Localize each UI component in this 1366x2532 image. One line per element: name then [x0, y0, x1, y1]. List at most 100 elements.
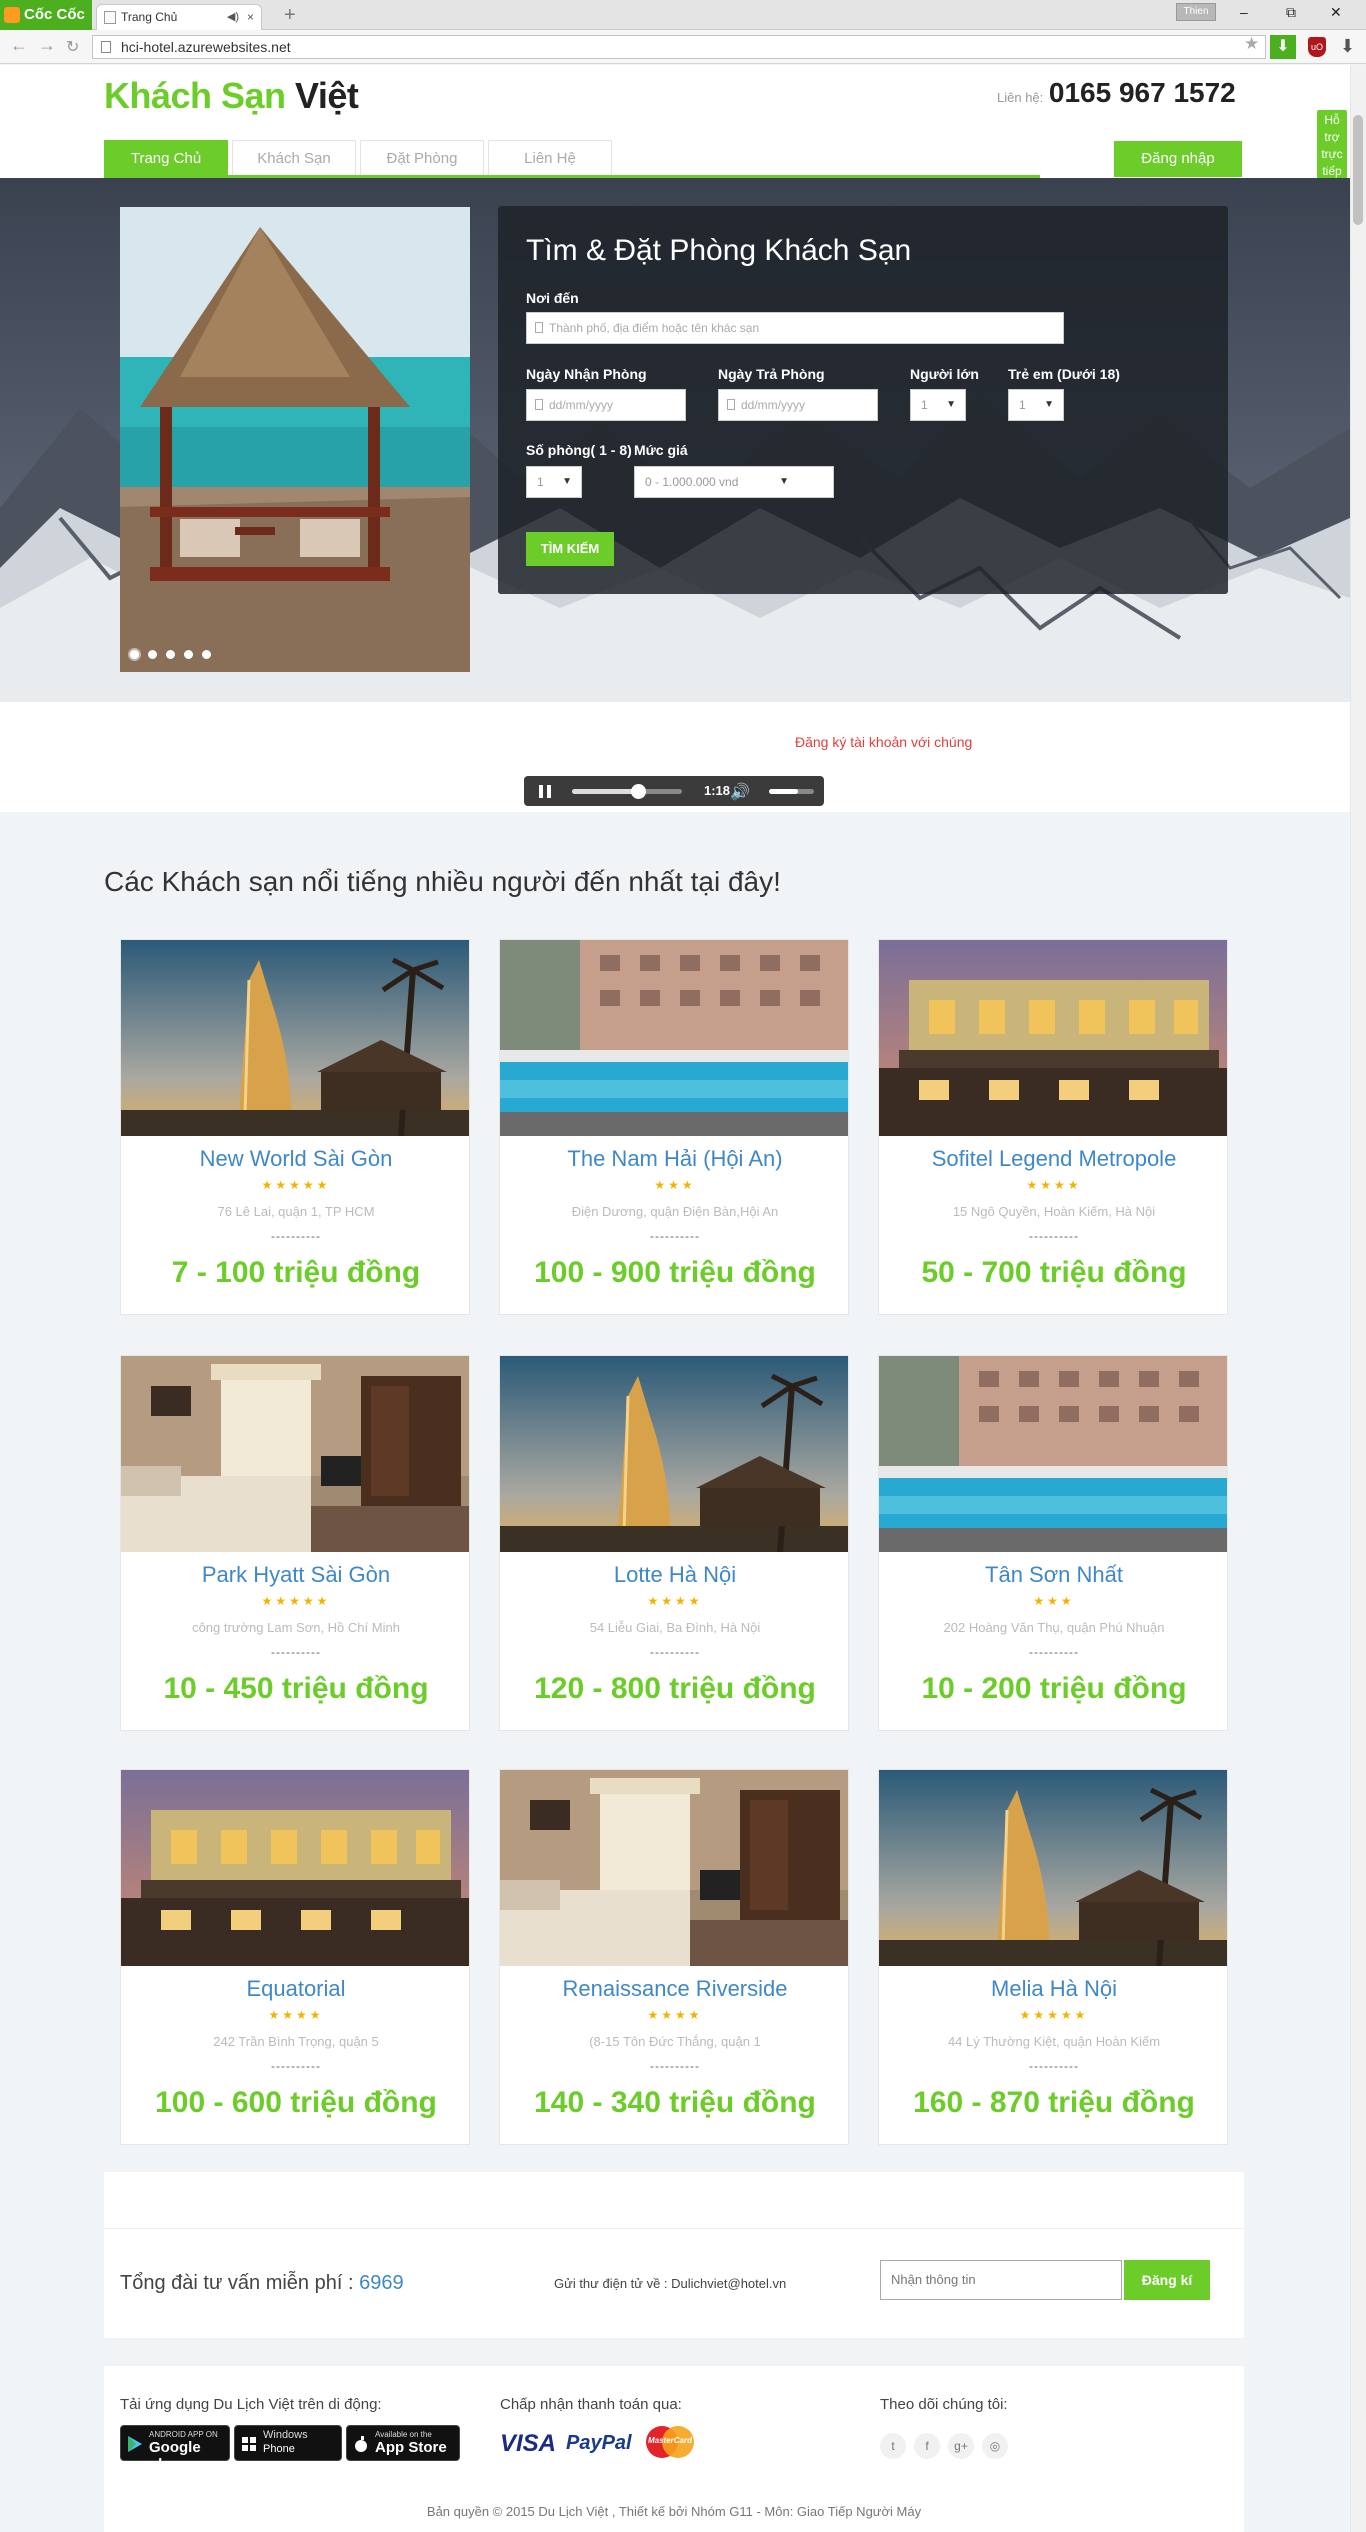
- reload-icon[interactable]: ↻: [66, 37, 79, 57]
- nav-item-hotels[interactable]: Khách Sạn: [232, 140, 356, 178]
- dribbble-icon[interactable]: ◎: [982, 2433, 1008, 2459]
- hotel-card[interactable]: Tân Sơn Nhất ★★★ 202 Hoàng Văn Thụ, quận P…: [878, 1355, 1228, 1731]
- hotel-name[interactable]: Melia Hà Nội: [879, 1976, 1227, 2002]
- hotel-image[interactable]: [500, 1356, 848, 1553]
- hotel-image[interactable]: [879, 940, 1227, 1136]
- hotel-name[interactable]: New World Sài Gòn: [121, 1146, 469, 1172]
- pause-icon[interactable]: [539, 785, 551, 798]
- volume-icon[interactable]: 🔊: [730, 782, 750, 802]
- page-scrollbar[interactable]: [1350, 65, 1366, 2532]
- slider-dot[interactable]: [148, 650, 157, 659]
- hotels-section-title: Các Khách sạn nổi tiếng nhiều người đến …: [104, 866, 781, 897]
- destination-placeholder: Thành phố, địa điểm hoặc tên khác sạn: [549, 321, 760, 335]
- slider-dot[interactable]: [130, 650, 139, 659]
- download-icon[interactable]: ⬇: [1270, 35, 1296, 59]
- beach-hut-image: [120, 207, 470, 672]
- slider-dot[interactable]: [184, 650, 193, 659]
- windows-phone-badge[interactable]: Windows Phone: [234, 2425, 342, 2461]
- volume-slider[interactable]: [769, 789, 814, 794]
- hotel-address: 54 Liễu Giai, Ba Đình, Hà Nội: [589, 1620, 761, 1635]
- app-store-badge[interactable]: Available on the App Store: [346, 2425, 460, 2461]
- checkout-date-input[interactable]: dd/mm/yyyy: [718, 389, 878, 421]
- restore-icon[interactable]: ⧉: [1286, 4, 1296, 21]
- store-caption: Windows: [263, 2429, 308, 2441]
- hotel-name[interactable]: Renaissance Riverside: [500, 1976, 848, 2002]
- windows-icon: [242, 2437, 256, 2451]
- hotel-name[interactable]: Equatorial: [121, 1976, 469, 2002]
- hotel-name[interactable]: The Nam Hải (Hội An): [500, 1146, 848, 1172]
- hotel-image[interactable]: [121, 1356, 469, 1552]
- hotel-name[interactable]: Lotte Hà Nội: [500, 1562, 848, 1588]
- adults-select[interactable]: 1 ▼: [910, 389, 966, 421]
- newsletter-email-input[interactable]: Nhận thông tin: [880, 2260, 1122, 2300]
- follow-heading: Theo dõi chúng tôi:: [880, 2396, 1008, 2413]
- browser-tab[interactable]: Trang Chủ ◀) ×: [96, 4, 262, 30]
- speaker-icon[interactable]: ◀): [227, 5, 239, 29]
- card-separator: ----------: [650, 1645, 700, 1659]
- hotel-image[interactable]: [879, 1356, 1227, 1552]
- nav-item-home[interactable]: Trang Chủ: [104, 140, 228, 178]
- slider-dot[interactable]: [166, 650, 175, 659]
- card-separator: ----------: [271, 2059, 321, 2073]
- window-close-icon[interactable]: ✕: [1330, 4, 1342, 21]
- hotel-name[interactable]: Sofitel Legend Metropole: [879, 1146, 1227, 1172]
- tab-close-icon[interactable]: ×: [247, 5, 254, 29]
- hotel-image[interactable]: [879, 1770, 1227, 1967]
- browser-menu-icon[interactable]: ⬇: [1340, 36, 1355, 57]
- hotel-card[interactable]: Melia Hà Nội ★★★★★ 44 Lý Thường Kiệt, quận…: [878, 1769, 1228, 2145]
- slider-dot[interactable]: [202, 650, 211, 659]
- facebook-icon[interactable]: f: [914, 2433, 940, 2459]
- apple-icon: [355, 2436, 367, 2452]
- mastercard-logo: MasterCard: [644, 2424, 696, 2460]
- hotel-price: 100 - 900 triệu đồng: [534, 1256, 816, 1289]
- hotel-card[interactable]: Lotte Hà Nội ★★★★ 54 Liễu Giai, Ba Đình, H…: [499, 1355, 849, 1731]
- card-separator: ----------: [271, 1645, 321, 1659]
- new-tab-button[interactable]: +: [284, 3, 296, 27]
- tab-title: Trang Chủ: [121, 10, 178, 24]
- register-link[interactable]: Đăng ký tài khoản với chúng: [795, 734, 972, 750]
- nav-item-contact[interactable]: Liên Hệ: [488, 140, 612, 178]
- seek-handle[interactable]: [631, 784, 646, 799]
- hotel-card[interactable]: New World Sài Gòn ★★★★★ 76 Lê Lai, quận 1,…: [120, 939, 470, 1315]
- rooms-select[interactable]: 1 ▼: [526, 466, 582, 498]
- hotel-name[interactable]: Park Hyatt Sài Gòn: [121, 1562, 469, 1588]
- address-bar[interactable]: hci-hotel.azurewebsites.net: [92, 35, 1266, 59]
- twitter-icon[interactable]: t: [880, 2433, 906, 2459]
- price-select[interactable]: 0 - 1.000.000 vnd ▼: [634, 466, 834, 498]
- search-button[interactable]: TÌM KIẾM: [526, 532, 614, 566]
- minimize-icon[interactable]: –: [1240, 4, 1248, 20]
- google-plus-icon[interactable]: g+: [948, 2433, 974, 2459]
- checkin-date-input[interactable]: dd/mm/yyyy: [526, 389, 686, 421]
- hotel-image[interactable]: [121, 1770, 469, 1966]
- forward-icon[interactable]: →: [38, 35, 56, 56]
- hotel-card[interactable]: Sofitel Legend Metropole ★★★★ 15 Ngô Quyền…: [878, 939, 1228, 1315]
- back-icon[interactable]: ←: [10, 35, 28, 56]
- hotel-image[interactable]: [500, 1770, 848, 1966]
- card-separator: ----------: [1029, 1645, 1079, 1659]
- ublock-extension-icon[interactable]: uO: [1308, 37, 1326, 57]
- destination-input[interactable]: Thành phố, địa điểm hoặc tên khác sạn: [526, 312, 1064, 344]
- children-select[interactable]: 1 ▼: [1008, 389, 1064, 421]
- audio-seek-bar[interactable]: [572, 789, 682, 794]
- image-slider[interactable]: [120, 207, 470, 672]
- hotel-name[interactable]: Tân Sơn Nhất: [879, 1562, 1227, 1588]
- store-name: Google play: [149, 2439, 201, 2473]
- profile-badge[interactable]: Thien: [1176, 3, 1216, 21]
- google-play-badge[interactable]: ANDROID APP ON Google play: [120, 2425, 230, 2473]
- hotel-card[interactable]: The Nam Hải (Hội An) ★★★ Điện Dương, quận …: [499, 939, 849, 1315]
- price-value: 0 - 1.000.000 vnd: [645, 475, 739, 489]
- scrollbar-thumb[interactable]: [1353, 115, 1363, 225]
- login-button[interactable]: Đăng nhập: [1114, 141, 1242, 177]
- subscribe-button[interactable]: Đăng kí: [1124, 2260, 1210, 2300]
- hotel-image[interactable]: [121, 940, 469, 1137]
- hotel-address: 76 Lê Lai, quận 1, TP HCM: [217, 1204, 375, 1219]
- nav-item-booking[interactable]: Đặt Phòng: [360, 140, 484, 178]
- hotel-card[interactable]: Park Hyatt Sài Gòn ★★★★★ công trường Lam S…: [120, 1355, 470, 1731]
- hotel-card[interactable]: Renaissance Riverside ★★★★ (8-15 Tôn Đức T…: [499, 1769, 849, 2145]
- hotel-card[interactable]: Equatorial ★★★★ 242 Trần Bình Trọng, quận …: [120, 1769, 470, 2145]
- bookmark-star-icon[interactable]: ★: [1244, 34, 1259, 54]
- browser-brand[interactable]: Cốc Cốc: [0, 0, 92, 30]
- hotline-number[interactable]: 6969: [359, 2272, 404, 2294]
- hotel-image[interactable]: [500, 940, 848, 1136]
- site-logo[interactable]: Khách Sạn Việt: [104, 75, 359, 117]
